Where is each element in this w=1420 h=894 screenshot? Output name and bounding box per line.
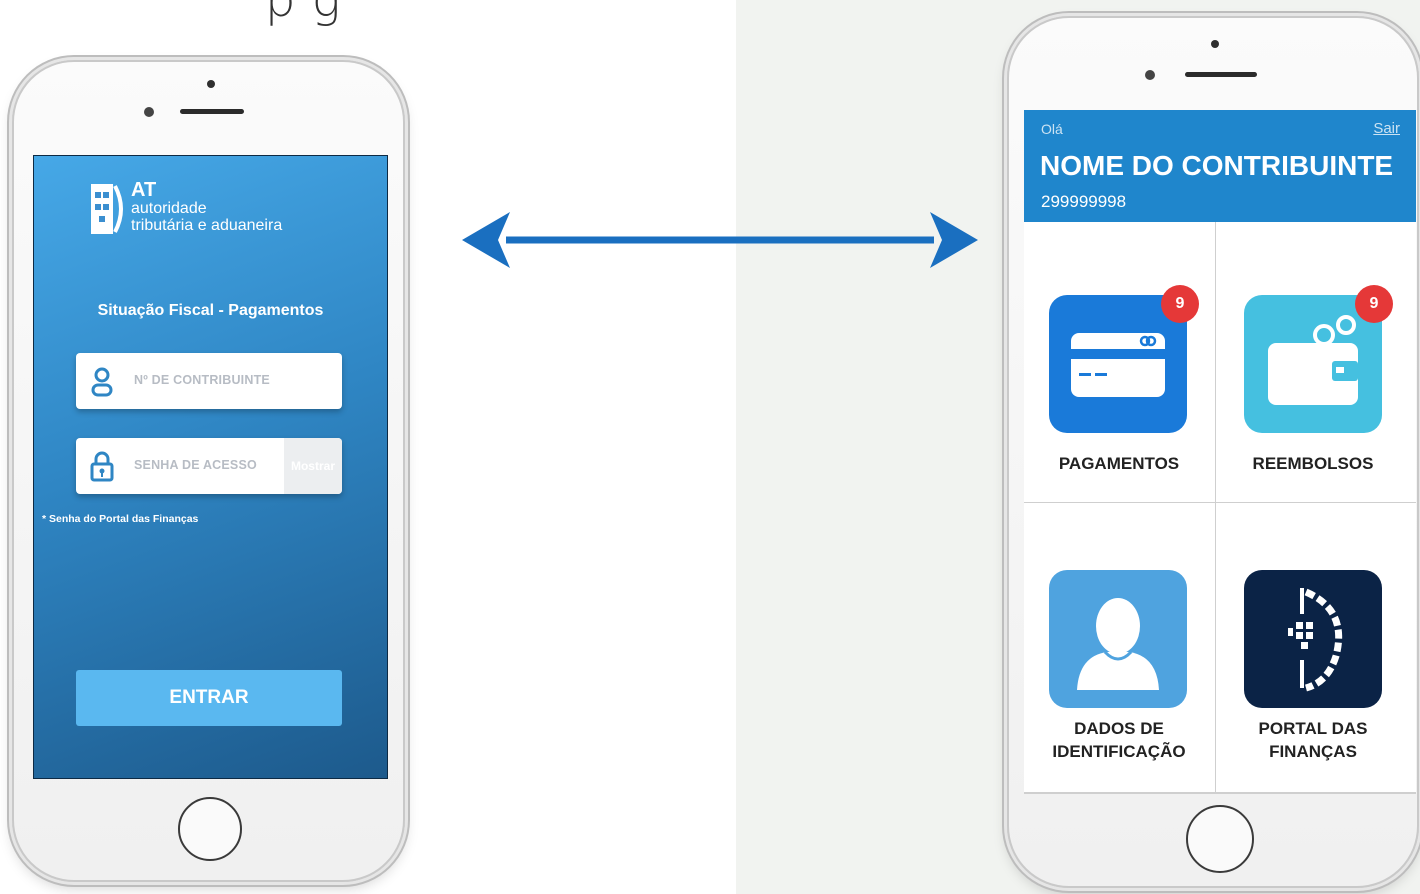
nif-field[interactable]: Nº DE CONTRIBUINTE — [76, 353, 342, 409]
portal-label-line1: PORTAL DAS — [1258, 719, 1368, 738]
logo-abbr: AT — [131, 179, 157, 201]
earpiece-speaker — [180, 109, 244, 114]
person-icon — [1049, 570, 1187, 708]
at-shield-icon — [91, 184, 123, 234]
taxpayer-name: NOME DO CONTRIBUINTE — [1040, 150, 1394, 181]
taxpayer-nif: 299999998 — [1041, 192, 1127, 211]
pagamentos-badge: 9 — [1161, 285, 1199, 323]
user-icon — [91, 367, 113, 397]
header-bar: Olá Sair NOME DO CONTRIBUINTE 299999998 — [1024, 110, 1416, 222]
portal-label-line2: FINANÇAS — [1269, 742, 1357, 761]
reembolsos-badge: 9 — [1355, 285, 1393, 323]
grid-divider-bottom — [1024, 792, 1416, 794]
home-screen: Olá Sair NOME DO CONTRIBUINTE 299999998 … — [1024, 110, 1416, 794]
home-button[interactable] — [178, 797, 242, 861]
top-caption: p g — [265, 0, 342, 28]
front-camera — [1211, 40, 1219, 48]
grid-divider-horizontal — [1024, 502, 1416, 503]
logo-line1: autoridade — [131, 200, 207, 217]
reembolsos-label: REEMBOLSOS — [1252, 454, 1374, 473]
password-placeholder: SENHA DE ACESSO — [134, 458, 257, 472]
portal-financas-logo-icon — [1244, 570, 1382, 708]
submit-button[interactable]: ENTRAR — [76, 670, 342, 726]
home-button[interactable] — [1186, 805, 1254, 873]
password-note: * Senha do Portal das Finanças — [42, 513, 199, 525]
dados-label-line1: DADOS DE — [1074, 719, 1164, 738]
earpiece-speaker — [1185, 72, 1257, 77]
login-screen: AT autoridade tributária e aduaneira Sit… — [33, 155, 388, 779]
grid-divider-vertical — [1215, 222, 1216, 794]
front-camera — [207, 80, 215, 88]
show-password-button[interactable]: Mostrar — [284, 438, 342, 494]
dados-label-line2: IDENTIFICAÇÃO — [1052, 742, 1186, 761]
lock-icon — [90, 451, 114, 482]
logo-line2: tributária e aduaneira — [131, 216, 283, 234]
proximity-sensor — [144, 107, 154, 117]
nif-placeholder: Nº DE CONTRIBUINTE — [134, 373, 270, 387]
proximity-sensor — [1145, 70, 1155, 80]
pagamentos-label: PAGAMENTOS — [1058, 454, 1180, 473]
double-arrow-icon — [462, 212, 978, 268]
password-field[interactable]: SENHA DE ACESSO Mostrar — [76, 438, 342, 494]
login-title: Situação Fiscal - Pagamentos — [97, 302, 324, 319]
at-logo: AT autoridade tributária e aduaneira — [89, 180, 282, 238]
logout-link[interactable]: Sair — [1373, 120, 1400, 137]
greeting: Olá — [1041, 121, 1063, 137]
